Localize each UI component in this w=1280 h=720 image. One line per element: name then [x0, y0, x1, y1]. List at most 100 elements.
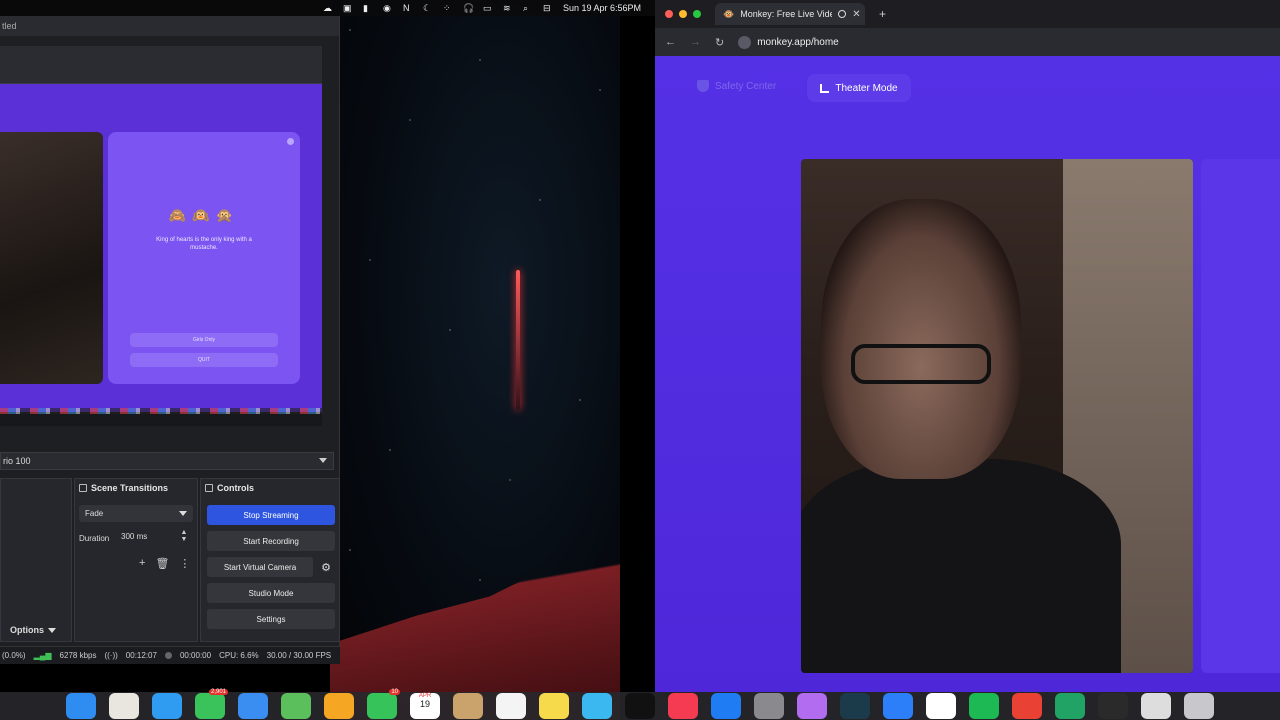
monkey-emojis: 🙈🙉🙊: [168, 207, 240, 223]
control-center-icon[interactable]: ◉: [383, 3, 393, 13]
safety-center-label: Safety Center: [715, 80, 777, 92]
start-virtual-camera-button[interactable]: Start Virtual Camera: [207, 557, 313, 577]
apple-tv-app-icon[interactable]: [625, 693, 655, 719]
screen: ☁ ▣ ▮ ◉ N ☾ ⁘ 🎧 ▭ ≋ ⌕ ⊟ Sun 19 Apr 6:56P…: [0, 0, 1280, 720]
address-bar[interactable]: monkey.app/home: [738, 35, 839, 49]
settings-button[interactable]: Settings: [207, 609, 335, 629]
battery-icon[interactable]: ▮: [363, 3, 373, 13]
more-icon[interactable]: ⋮: [179, 557, 190, 570]
mail-app-icon[interactable]: [238, 693, 268, 719]
new-tab-icon[interactable]: +: [879, 7, 886, 21]
window-controls: [665, 10, 701, 18]
duration-field[interactable]: 300 ms ▲ ▼: [117, 528, 193, 545]
chrome-app-icon[interactable]: [1012, 693, 1042, 719]
monkey-favicon-icon: 🐵: [723, 8, 735, 19]
creative-cloud-icon[interactable]: ☁: [323, 3, 333, 13]
panel-icon: [205, 484, 213, 492]
app-store-app-icon[interactable]: [711, 693, 741, 719]
meteor-streak: [516, 270, 520, 410]
maximize-window-icon[interactable]: [693, 10, 701, 18]
finder-app-icon[interactable]: [66, 693, 96, 719]
url-text: monkey.app/home: [757, 36, 839, 48]
search-icon[interactable]: ⌕: [523, 3, 533, 13]
obs-window-title: tled: [2, 21, 17, 31]
stop-streaming-button[interactable]: Stop Streaming: [207, 505, 335, 525]
transition-select[interactable]: Fade: [79, 505, 193, 522]
screen-share-icon[interactable]: ▣: [343, 3, 353, 13]
macos-dock: 2,901 10 APR 19: [0, 689, 1280, 720]
obs-app-icon[interactable]: [1098, 693, 1128, 719]
stepper-icon[interactable]: ▲ ▼: [179, 529, 189, 544]
obs-statusbar: (0.0%) ▂▄▆ 6278 kbps ((·)) 00:12:07 00:0…: [0, 646, 340, 664]
browser-toolbar: ← → ↻ monkey.app/home: [655, 28, 1280, 56]
close-window-icon[interactable]: [665, 10, 673, 18]
tab-title: Monkey: Free Live Video: [740, 9, 833, 19]
reload-icon[interactable]: ↻: [715, 36, 724, 49]
spotify-app-icon[interactable]: [969, 693, 999, 719]
trash-app-icon[interactable]: [1184, 693, 1214, 719]
calendar-app-icon[interactable]: APR 19: [410, 693, 440, 719]
video-person-body: [801, 459, 1121, 673]
monkey-page: Safety Center Theater Mode: [655, 56, 1280, 692]
controls-header: Controls: [201, 479, 339, 497]
messages-app-icon[interactable]: 2,901: [195, 689, 228, 719]
launchpad-app-icon[interactable]: [109, 693, 139, 719]
controls-panel: Controls Stop Streaming Start Recording …: [200, 478, 340, 642]
safari-app-icon[interactable]: [152, 693, 182, 719]
wifi-icon[interactable]: ≋: [503, 3, 513, 13]
close-icon[interactable]: ✕: [852, 9, 860, 20]
surfshark-app-icon[interactable]: [840, 693, 870, 719]
whatsapp-app-icon[interactable]: [1055, 693, 1085, 719]
trash-icon[interactable]: 🗑: [155, 557, 169, 570]
menubar-clock[interactable]: Sun 19 Apr 6:56PM: [563, 3, 641, 13]
chevron-down-icon: [179, 511, 187, 516]
gear-icon[interactable]: ⚙: [317, 557, 335, 577]
site-info-icon[interactable]: [738, 35, 752, 49]
obs-window: tled 🙈🙉🙊 King of hearts is the only king…: [0, 16, 340, 664]
obs-preview[interactable]: 🙈🙉🙊 King of hearts is the only king with…: [0, 46, 322, 426]
preview-joke: King of hearts is the only king with a m…: [156, 237, 252, 251]
options-button[interactable]: Options: [10, 622, 56, 638]
reminders-app-icon[interactable]: [496, 693, 526, 719]
notion-app-icon[interactable]: [926, 693, 956, 719]
dots-icon[interactable]: ⁘: [443, 3, 453, 13]
notion-icon[interactable]: N: [403, 3, 413, 13]
freeform-app-icon[interactable]: [582, 693, 612, 719]
messages-badge: 2,901: [208, 689, 228, 695]
back-icon[interactable]: ←: [665, 36, 676, 48]
preview-canvas: 🙈🙉🙊 King of hearts is the only king with…: [0, 84, 322, 412]
recording-indicator-icon: [838, 10, 847, 18]
calendar-day: 19: [419, 699, 430, 709]
photos-app-icon[interactable]: [324, 693, 354, 719]
transition-value: Fade: [85, 509, 104, 518]
studio-mode-button[interactable]: Studio Mode: [207, 583, 335, 603]
zoom-app-icon[interactable]: [883, 693, 913, 719]
add-icon[interactable]: +: [139, 557, 145, 570]
transition-actions: + 🗑 ⋮: [139, 557, 190, 570]
facetime-app-icon[interactable]: 10: [367, 689, 400, 719]
safety-center-link[interactable]: Safety Center: [697, 80, 776, 92]
notes-app-icon[interactable]: [539, 693, 569, 719]
video-person-head: [821, 199, 1021, 479]
fps: 30.00 / 30.00 FPS: [266, 651, 332, 660]
duration-label: Duration: [79, 534, 110, 543]
cpu-usage: CPU: 6.6%: [219, 651, 259, 660]
forward-icon[interactable]: →: [690, 36, 701, 48]
system-settings-app-icon[interactable]: [754, 693, 784, 719]
minimize-window-icon[interactable]: [679, 10, 687, 18]
do-not-disturb-icon[interactable]: ☾: [423, 3, 433, 13]
headphones-icon[interactable]: 🎧: [463, 3, 474, 13]
start-recording-button[interactable]: Start Recording: [207, 531, 335, 551]
tab-monkey[interactable]: 🐵 Monkey: Free Live Video ✕: [715, 3, 865, 25]
scene-select[interactable]: rio 100: [0, 452, 334, 470]
battery-full-icon[interactable]: ▭: [483, 3, 493, 13]
stream-time: 00:12:07: [125, 651, 157, 660]
contacts-app-icon[interactable]: [453, 693, 483, 719]
clips-app-icon[interactable]: [797, 693, 827, 719]
music-app-icon[interactable]: [668, 693, 698, 719]
documents-folder-icon[interactable]: [1141, 693, 1171, 719]
theater-mode-button[interactable]: Theater Mode: [807, 74, 911, 102]
toggle-icon[interactable]: ⊟: [543, 3, 553, 13]
maps-app-icon[interactable]: [281, 693, 311, 719]
preview-webcam: [0, 132, 103, 384]
